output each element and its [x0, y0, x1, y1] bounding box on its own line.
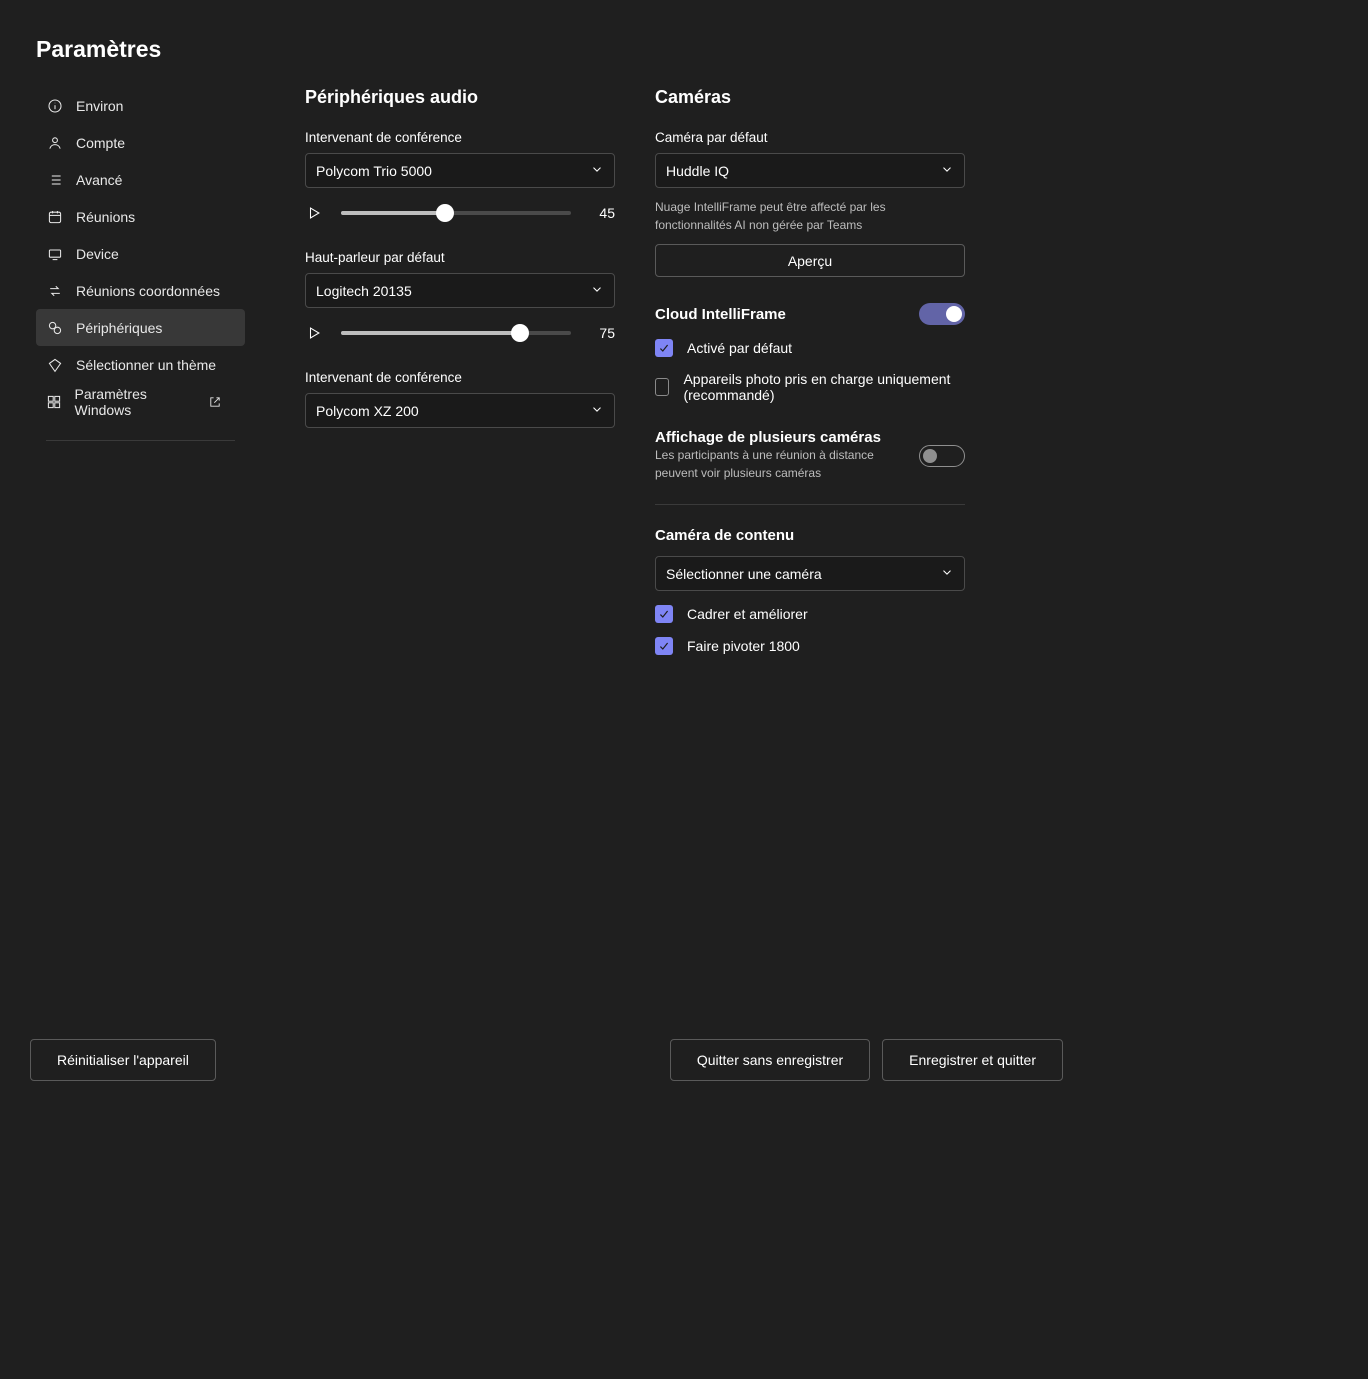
sidebar-item-meetings[interactable]: Réunions [36, 198, 245, 235]
page-title: Paramètres [0, 0, 1093, 63]
default-camera-value: Huddle IQ [666, 163, 940, 179]
rotate-label: Faire pivoter 1800 [687, 638, 800, 654]
conf-speaker2-select[interactable]: Polycom XZ 200 [305, 393, 615, 428]
sidebar-item-label: Paramètres Windows [75, 386, 197, 418]
sidebar-item-label: Périphériques [76, 320, 162, 336]
content-camera-value: Sélectionner une caméra [666, 566, 940, 582]
reset-button[interactable]: Réinitialiser l'appareil [30, 1039, 216, 1081]
conf-speaker1-label: Intervenant de conférence [305, 130, 615, 145]
camera-section: Caméras Caméra par défaut Huddle IQ Nuag… [655, 87, 965, 655]
calendar-icon [46, 208, 64, 226]
info-icon [46, 97, 64, 115]
sidebar-item-label: Avancé [76, 172, 122, 188]
list-icon [46, 171, 64, 189]
sidebar-item-label: Device [76, 246, 119, 262]
sidebar-divider [46, 440, 235, 441]
sidebar-item-advanced[interactable]: Avancé [36, 161, 245, 198]
default-speaker-select[interactable]: Logitech 20135 [305, 273, 615, 308]
sidebar-item-device[interactable]: Device [36, 235, 245, 272]
sidebar-item-label: Environ [76, 98, 123, 114]
default-speaker-label: Haut-parleur par défaut [305, 250, 615, 265]
crop-enhance-label: Cadrer et améliorer [687, 606, 808, 622]
default-camera-label: Caméra par défaut [655, 130, 965, 145]
sidebar-item-windows[interactable]: Paramètres Windows [36, 383, 245, 420]
camera-hint: Nuage IntelliFrame peut être affecté par… [655, 198, 965, 234]
content-camera-label: Caméra de contenu [655, 527, 965, 544]
default-speaker-volume-value: 75 [587, 325, 615, 341]
rotate-checkbox[interactable] [655, 637, 673, 655]
default-camera-select[interactable]: Huddle IQ [655, 153, 965, 188]
chevron-down-icon [590, 162, 604, 179]
sidebar-item-about[interactable]: Environ [36, 87, 245, 124]
conf-speaker1-value: Polycom Trio 5000 [316, 163, 590, 179]
conf-speaker2-label: Intervenant de conférence [305, 370, 615, 385]
hint-tag: Nuage [655, 200, 690, 214]
play-button[interactable] [305, 324, 323, 342]
audio-heading: Périphériques audio [305, 87, 615, 108]
sidebar-item-label: Réunions [76, 209, 135, 225]
save-button[interactable]: Enregistrer et quitter [882, 1039, 1063, 1081]
sidebar-item-theme[interactable]: Sélectionner un thème [36, 346, 245, 383]
person-icon [46, 134, 64, 152]
play-button[interactable] [305, 204, 323, 222]
multi-camera-desc: Les participants à une réunion à distanc… [655, 446, 885, 482]
conf-speaker1-volume-slider[interactable] [341, 211, 571, 215]
multi-camera-label: Affichage de plusieurs caméras [655, 429, 885, 446]
audio-section: Périphériques audio Intervenant de confé… [305, 87, 615, 655]
windows-icon [46, 393, 63, 411]
external-link-icon [206, 393, 223, 411]
intelliframe-toggle[interactable] [919, 303, 965, 325]
sidebar-item-label: Sélectionner un thème [76, 357, 216, 373]
devices-icon [46, 319, 64, 337]
intelliframe-supported-checkbox[interactable] [655, 378, 669, 396]
sidebar-item-account[interactable]: Compte [36, 124, 245, 161]
divider [655, 504, 965, 505]
footer: Réinitialiser l'appareil Quitter sans en… [0, 1039, 1093, 1081]
exit-button[interactable]: Quitter sans enregistrer [670, 1039, 870, 1081]
chevron-down-icon [590, 402, 604, 419]
intelliframe-enabled-checkbox[interactable] [655, 339, 673, 357]
chevron-down-icon [590, 282, 604, 299]
sidebar-item-coordinated[interactable]: Réunions coordonnées [36, 272, 245, 309]
sidebar-item-label: Compte [76, 135, 125, 151]
sync-icon [46, 282, 64, 300]
intelliframe-supported-label: Appareils photo pris en charge uniquemen… [683, 371, 965, 403]
hint-text: IntelliFrame peut être affecté par les f… [655, 200, 886, 232]
sidebar-item-label: Réunions coordonnées [76, 283, 220, 299]
intelliframe-enabled-label: Activé par défaut [687, 340, 792, 356]
sidebar: Environ Compte Avancé Réunions [36, 87, 245, 441]
conf-speaker1-volume-value: 45 [587, 205, 615, 221]
default-speaker-value: Logitech 20135 [316, 283, 590, 299]
crop-enhance-checkbox[interactable] [655, 605, 673, 623]
sidebar-item-peripherals[interactable]: Périphériques [36, 309, 245, 346]
chevron-down-icon [940, 565, 954, 582]
camera-heading: Caméras [655, 87, 965, 108]
default-speaker-volume-slider[interactable] [341, 331, 571, 335]
conf-speaker2-value: Polycom XZ 200 [316, 403, 590, 419]
preview-button[interactable]: Aperçu [655, 244, 965, 277]
theme-icon [46, 356, 64, 374]
conf-speaker1-select[interactable]: Polycom Trio 5000 [305, 153, 615, 188]
content-camera-select[interactable]: Sélectionner une caméra [655, 556, 965, 591]
intelliframe-label: Cloud IntelliFrame [655, 306, 786, 323]
multi-camera-toggle[interactable] [919, 445, 965, 467]
chevron-down-icon [940, 162, 954, 179]
monitor-icon [46, 245, 64, 263]
